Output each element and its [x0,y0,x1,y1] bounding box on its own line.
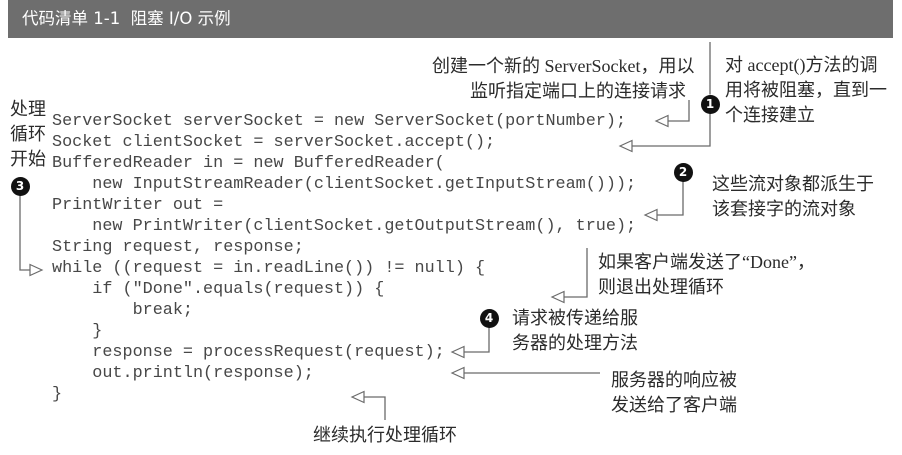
leader-line [657,181,684,216]
annotation-line: 用将被阻塞，直到一 [725,79,887,100]
annotation-line: 服务器的响应被 [611,369,737,390]
leader-loop-begins [19,195,44,277]
code-line-2: Socket clientSocket = serverSocket.accep… [52,133,496,152]
annotation-request-processed: 请求被传递给服 务器的处理方法 [512,306,638,356]
annotation-line: 个连接建立 [725,104,815,125]
annotation-line: 处理 [10,98,46,119]
annotation-line: 继续执行处理循环 [313,424,457,445]
code-line-9: if ("Done".equals(request)) { [52,280,385,299]
annotation-line: 则退出处理循环 [598,276,724,297]
code-line-3: BufferedReader in = new BufferedReader( [52,154,445,173]
annotation-streams-derived: 这些流对象都派生于 该套接字的流对象 [712,172,874,222]
annotation-line: 这些流对象都派生于 [712,173,874,194]
annotation-line: 循环 [10,123,46,144]
callout-marker-2: 2 [673,162,693,182]
annotation-done-exits-loop: 如果客户端发送了“Done”， 则退出处理循环 [598,250,815,300]
code-line-8: while ((request = in.readLine()) != null… [52,259,486,278]
leader-line [632,113,711,147]
callout-marker-1: 1 [700,94,720,114]
annotation-line: 该套接字的流对象 [712,198,856,219]
annotation-line: 对 accept()方法的调 [725,54,878,75]
annotation-line: 开始 [10,148,46,169]
code-line-14: } [52,385,63,404]
code-line-5: PrintWriter out = [52,196,224,215]
callout-marker-4: 4 [479,308,499,328]
code-line-4: new InputStreamReader(clientSocket.getIn… [52,175,637,194]
code-line-1: ServerSocket serverSocket = new ServerSo… [52,112,627,131]
leader-streams-derived [643,181,684,222]
code-block: ServerSocket serverSocket = new ServerSo… [52,111,636,405]
code-line-7: String request, response; [52,238,304,257]
arrowhead [643,208,658,222]
annotation-line: 如果客户端发送了“Done”， [598,251,815,272]
annotation-loop-begins: 处理 循环 开始 [10,97,46,172]
arrowhead [654,114,669,128]
annotation-accept-blocks: 对 accept()方法的调 用将被阻塞，直到一 个连接建立 [725,53,887,128]
annotation-line: 发送给了客户端 [611,394,737,415]
leader-line [19,195,30,271]
code-line-13: out.println(response); [52,364,314,383]
annotation-create-server-socket: 创建一个新的 ServerSocket，用以 监听指定端口上的连接请求 [432,54,694,104]
annotation-line: 务器的处理方法 [512,332,638,353]
annotation-loop-continues: 继续执行处理循环 [313,423,457,448]
annotation-line: 创建一个新的 ServerSocket，用以 [432,55,695,76]
annotation-line: 请求被传递给服 [512,307,638,328]
annotation-response-sent: 服务器的响应被 发送给了客户端 [611,368,737,418]
callout-marker-3: 3 [10,176,30,196]
annotation-line: 监听指定端口上的连接请求 [470,80,686,101]
leader-create-server-socket [654,100,690,128]
code-line-6: new PrintWriter(clientSocket.getOutputSt… [52,217,637,236]
arrowhead [29,263,44,277]
